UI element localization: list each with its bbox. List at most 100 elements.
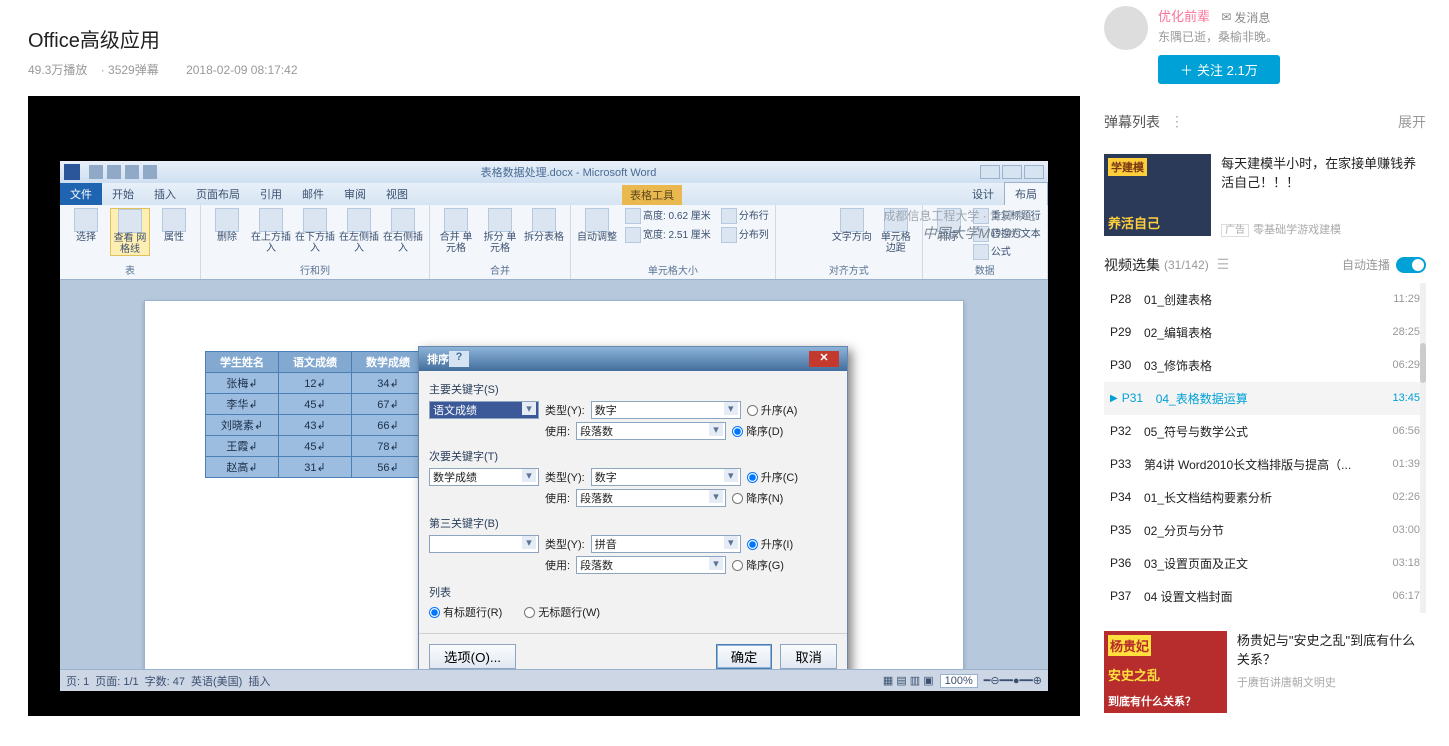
btn-select[interactable]: 选择 [66,208,106,256]
view-buttons[interactable]: ▦ ▤ ▥ ▣ [883,674,934,687]
more-icon[interactable]: ⋮ [1170,113,1186,130]
dialog-close-icon[interactable]: ✕ [809,351,839,367]
word-titlebar: 表格数据处理.docx - Microsoft Word [60,161,1048,183]
btn-insert-right[interactable]: 在右侧插入 [383,208,423,254]
tab-insert[interactable]: 插入 [144,183,186,205]
btn-properties[interactable]: 属性 [154,208,194,256]
field-col-width[interactable]: 宽度: 2.51 厘米 [625,227,711,243]
tab-table-layout[interactable]: 布局 [1004,182,1048,205]
btn-formula[interactable]: 公式 [973,244,1041,260]
autoplay-label: 自动连播 [1342,256,1390,273]
ad-badge: 广告 [1221,224,1249,237]
tab-table-design[interactable]: 设计 [962,183,1004,205]
playlist-item[interactable]: P33第4讲 Word2010长文档排版与提高（...01:39 [1104,448,1426,481]
btn-gridlines[interactable]: 查看 网格线 [110,208,150,256]
playlist-item[interactable]: P3205_符号与数学公式06:56 [1104,415,1426,448]
btn-delete[interactable]: 删除 [207,208,247,254]
tab-page-layout[interactable]: 页面布局 [186,183,250,205]
dialog-help-icon[interactable]: ? [449,351,469,367]
alignment-grid[interactable] [782,208,828,254]
tab-references[interactable]: 引用 [250,183,292,205]
watermark-mooc: 中国大学MOOC [922,223,1022,243]
btn-distribute-rows[interactable]: 分布行 [721,208,769,224]
tab-review[interactable]: 审阅 [334,183,376,205]
danmu-header[interactable]: 弹幕列表 ⋮ 展开 [1104,112,1426,132]
btn-distribute-cols[interactable]: 分布列 [721,227,769,243]
word-window: 表格数据处理.docx - Microsoft Word 文件 开始 插入 页面… [60,161,1048,671]
ad-thumbnail: 学建模 养活自己 [1104,154,1211,236]
window-buttons[interactable] [980,165,1044,179]
word-icon [64,164,80,180]
radio-key1-desc[interactable]: 降序(D) [732,423,783,439]
btn-text-direction[interactable]: 文字方向 [832,208,872,254]
video-meta: 49.3万播放 · 3529弹幕 2018-02-09 08:17:42 [28,61,1096,78]
send-message[interactable]: ✉发消息 [1221,9,1270,26]
btn-merge-cells[interactable]: 合并 单元格 [436,208,476,254]
playlist-scrollbar[interactable] [1420,283,1426,613]
btn-insert-below[interactable]: 在下方插入 [295,208,335,254]
quick-access-toolbar[interactable] [89,165,157,179]
avatar[interactable] [1104,6,1148,50]
btn-cancel[interactable]: 取消 [780,644,837,669]
watermark-university: 成都信息工程大学 · 计算中心 [883,207,1038,224]
author-name[interactable]: 优化前辈 [1158,9,1210,24]
btn-ok[interactable]: 确定 [716,644,773,669]
table-header[interactable]: 学生姓名 [206,352,279,373]
btn-split-table[interactable]: 拆分表格 [524,208,564,254]
radio-key3-desc[interactable]: 降序(G) [732,557,784,573]
list-icon[interactable]: ☰ [1217,256,1230,273]
radio-has-header[interactable]: 有标题行(R) [429,604,502,620]
radio-key1-asc[interactable]: 升序(A) [747,402,798,418]
combo-key3-field[interactable] [429,535,539,553]
radio-no-header[interactable]: 无标题行(W) [524,604,600,620]
playlist-item[interactable]: P2902_编辑表格28:25 [1104,316,1426,349]
btn-insert-left[interactable]: 在左侧插入 [339,208,379,254]
table-header[interactable]: 语文成绩 [279,352,352,373]
combo-key2-use[interactable]: 段落数 [576,489,726,507]
playlist-item[interactable]: P2801_创建表格11:29 [1104,283,1426,316]
playlist-item[interactable]: P3704 设置文档封面06:17 [1104,580,1426,613]
expand-button[interactable]: 展开 [1398,112,1426,132]
context-tab-group: 表格工具 [622,185,682,205]
btn-insert-above[interactable]: 在上方插入 [251,208,291,254]
btn-autofit[interactable]: 自动调整 [577,208,617,243]
recommendation-card[interactable]: 杨贵妃 安史之乱 到底有什么关系？ 杨贵妃与"安史之乱"到底有什么关系？ 于赓哲… [1104,631,1426,713]
zoom-slider[interactable]: ━⊖━━●━━⊕ [984,674,1042,687]
combo-key1-field[interactable]: 语文成绩 [429,401,539,419]
btn-options[interactable]: 选项(O)... [429,644,516,669]
field-row-height[interactable]: 高度: 0.62 厘米 [625,208,711,224]
combo-key3-type[interactable]: 拼音 [591,535,741,553]
btn-split-cells[interactable]: 拆分 单元格 [480,208,520,254]
dialog-titlebar[interactable]: 排序 ? ✕ [419,347,847,371]
autoplay-toggle[interactable] [1396,257,1426,273]
author-signature: 东隅已逝，桑榆非晚。 [1158,28,1280,45]
combo-key2-type[interactable]: 数字 [591,468,741,486]
document-title: 表格数据处理.docx - Microsoft Word [157,164,980,180]
combo-key3-use[interactable]: 段落数 [576,556,726,574]
table-header[interactable]: 数学成绩 [352,352,425,373]
follow-button[interactable]: ＋关注 2.1万 [1158,55,1280,84]
document-canvas[interactable]: 学生姓名语文成绩数学成绩英 张梅↲12↲34↲李华↲45↲67↲刘晓素↲43↲6… [60,280,1048,671]
video-player[interactable]: 表格数据处理.docx - Microsoft Word 文件 开始 插入 页面… [28,96,1080,716]
playlist-item[interactable]: P3502_分页与分节03:00 [1104,514,1426,547]
ribbon-tabs[interactable]: 文件 开始 插入 页面布局 引用 邮件 审阅 视图 表格工具 设计 布局 [60,183,1048,205]
zoom-level[interactable]: 100% [940,674,978,688]
combo-key1-use[interactable]: 段落数 [576,422,726,440]
playlist-item[interactable]: P3401_长文档结构要素分析02:26 [1104,481,1426,514]
combo-key1-type[interactable]: 数字 [591,401,741,419]
radio-key3-asc[interactable]: 升序(I) [747,536,793,552]
radio-key2-desc[interactable]: 降序(N) [732,490,783,506]
tab-view[interactable]: 视图 [376,183,418,205]
mail-icon: ✉ [1221,10,1231,24]
tab-file[interactable]: 文件 [60,183,102,205]
playlist: P2801_创建表格11:29P2902_编辑表格28:25P3003_修饰表格… [1104,283,1426,613]
word-statusbar: 页: 1页面: 1/1 字数: 47英语(美国)插入 ▦ ▤ ▥ ▣ 100% … [60,669,1048,691]
combo-key2-field[interactable]: 数学成绩 [429,468,539,486]
ad-card[interactable]: 学建模 养活自己 每天建模半小时，在家接单赚钱养活自己！！！ 广告零基础学游戏建… [1104,154,1426,237]
tab-mailings[interactable]: 邮件 [292,183,334,205]
playlist-item[interactable]: ▶P3104_表格数据运算13:45 [1104,382,1426,415]
tab-home[interactable]: 开始 [102,183,144,205]
playlist-item[interactable]: P3003_修饰表格06:29 [1104,349,1426,382]
radio-key2-asc[interactable]: 升序(C) [747,469,798,485]
playlist-item[interactable]: P3603_设置页面及正文03:18 [1104,547,1426,580]
